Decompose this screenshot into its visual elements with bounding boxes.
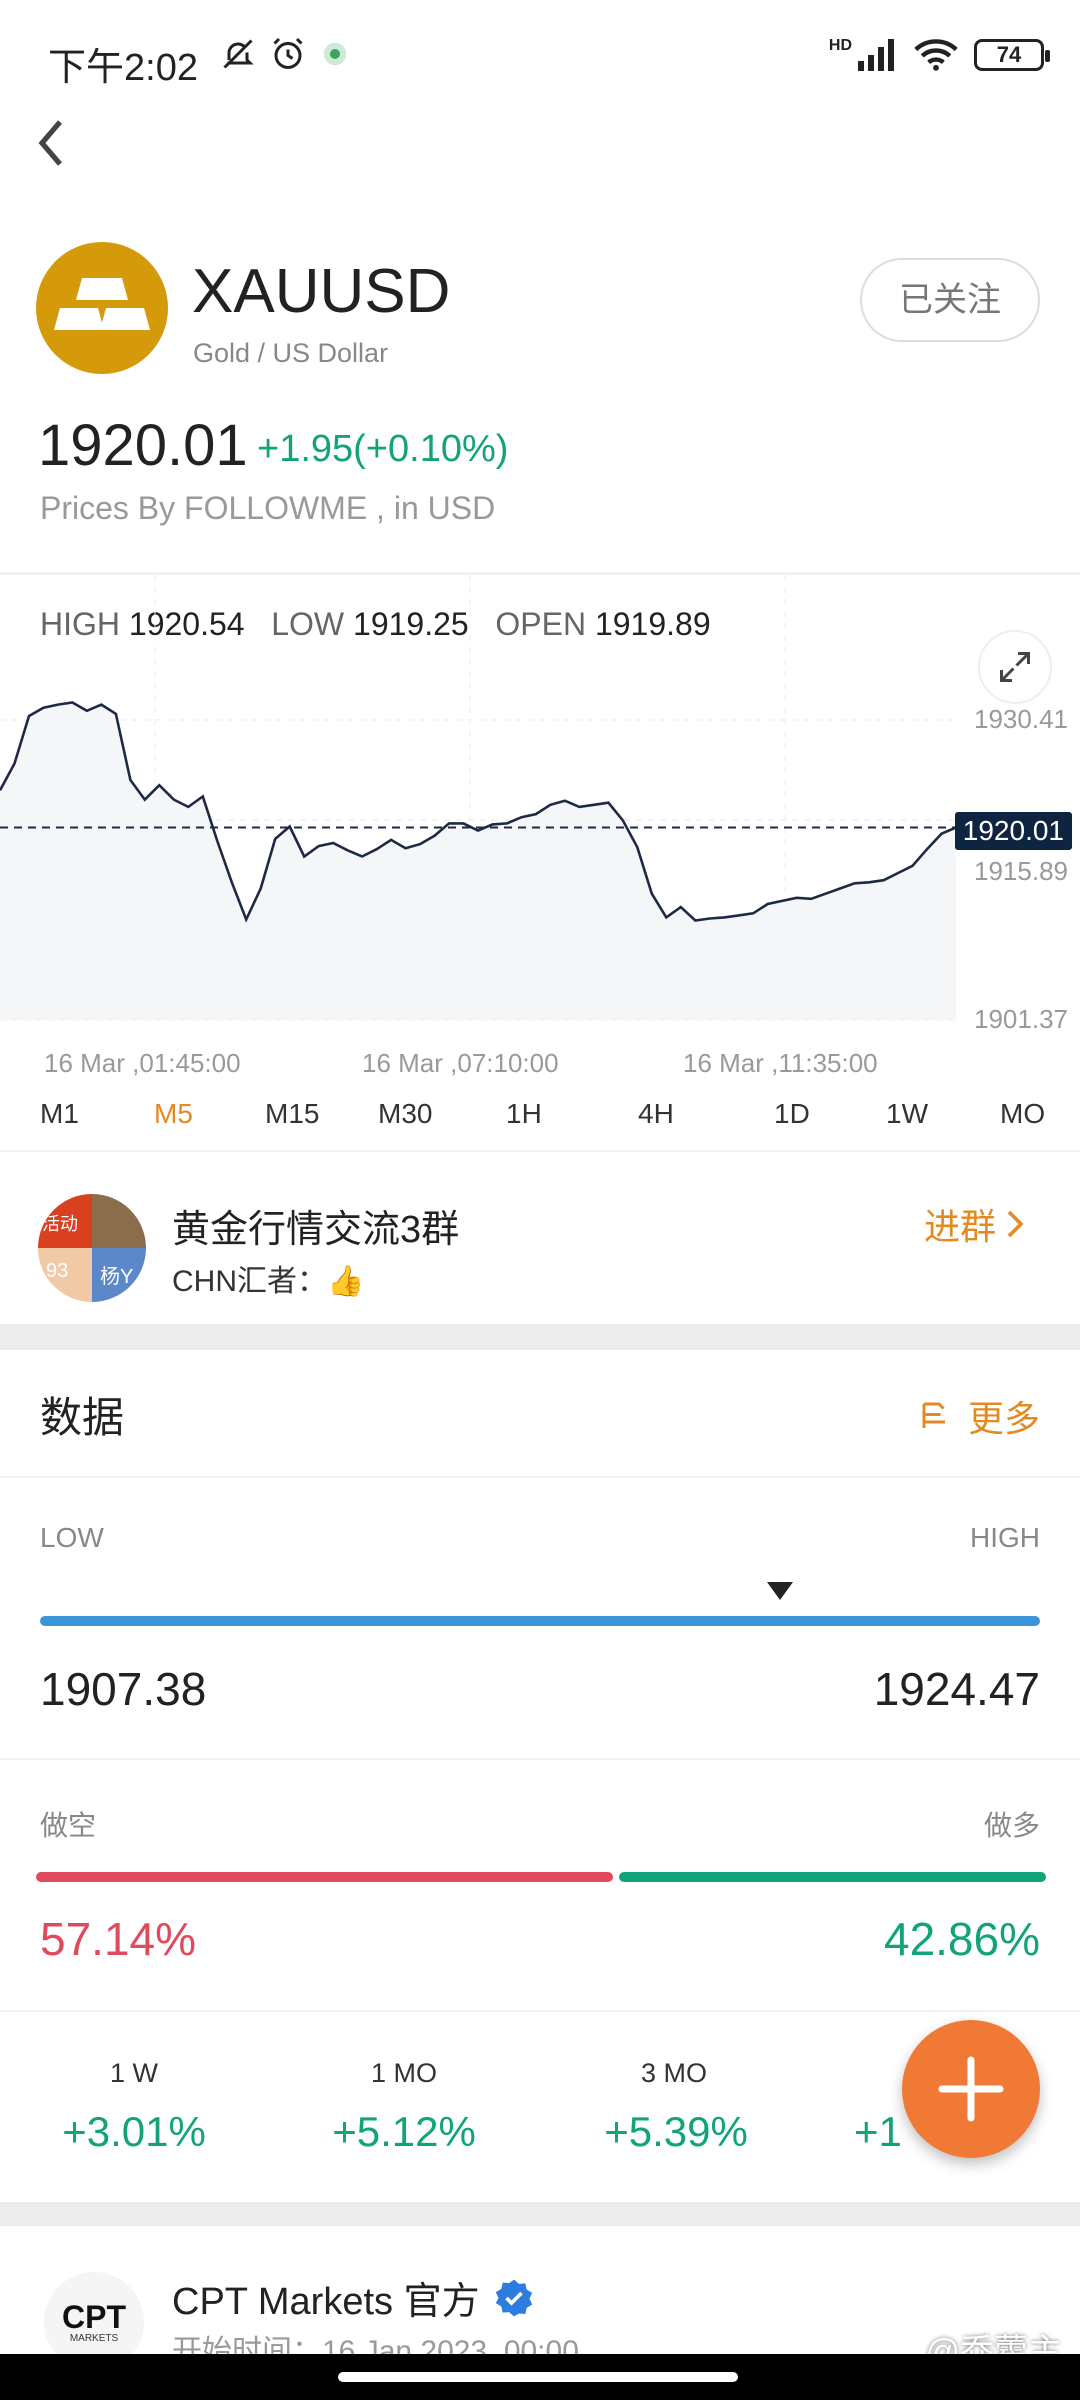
current-price-tag: 1920.01: [954, 812, 1072, 850]
follow-button[interactable]: 已关注: [860, 258, 1040, 342]
timeframe-m30[interactable]: M30: [378, 1098, 432, 1130]
price-change: +1.95(+0.10%): [257, 428, 509, 470]
signal-icon: [858, 39, 894, 71]
timeframe-mo[interactable]: MO: [1000, 1098, 1045, 1130]
timeframe-m5[interactable]: M5: [154, 1098, 193, 1130]
list-icon: [922, 1402, 945, 1428]
add-fab-button[interactable]: [902, 2020, 1040, 2158]
performance-value: +5.39%: [604, 2108, 748, 2155]
long-ratio-bar: [619, 1872, 1046, 1882]
home-indicator[interactable]: [338, 2372, 738, 2382]
group-avatar[interactable]: 活动 93 杨Y: [38, 1194, 146, 1302]
long-label: 做多: [983, 1810, 1040, 1841]
day-range-bar: [40, 1616, 1040, 1626]
verified-badge-icon: [495, 2279, 532, 2316]
broker-logo-text: CPT: [62, 2298, 126, 2335]
join-group-label: 进群: [923, 1206, 996, 1247]
long-percentage: 42.86%: [883, 1913, 1040, 1965]
price-chart[interactable]: [0, 575, 1080, 1035]
divider: [0, 1758, 1080, 1760]
avatar-tile-text: 活动: [42, 1214, 78, 1234]
performance-period: 3 MO: [640, 2058, 707, 2088]
chevron-right-icon: [1007, 1210, 1024, 1238]
broker-name-text: CPT Markets 官方: [172, 2281, 480, 2323]
x-tick-label: 16 Mar ,07:10:00: [362, 1048, 559, 1078]
status-right-icons: HD 74: [828, 37, 1050, 72]
x-tick-label: 16 Mar ,01:45:00: [44, 1048, 241, 1078]
range-high-value: 1924.47: [873, 1663, 1040, 1715]
x-tick-label: 16 Mar ,11:35:00: [683, 1048, 878, 1078]
more-label: 更多: [967, 1398, 1040, 1439]
battery-indicator: 74: [974, 39, 1050, 71]
join-group-button[interactable]: 进群: [924, 1198, 1024, 1250]
divider: [0, 1476, 1080, 1478]
range-high-label: HIGH: [970, 1522, 1040, 1553]
chart-area-fill: [0, 702, 956, 1020]
alarm-icon: [273, 37, 303, 69]
symbol-subtitle: Gold / US Dollar: [193, 338, 389, 368]
range-low-value: 1907.38: [40, 1663, 207, 1715]
timeframe-m15[interactable]: M15: [265, 1098, 319, 1130]
y-tick-label: 1915.89: [974, 856, 1068, 886]
symbol-title: XAUUSD: [192, 257, 451, 326]
back-button[interactable]: [36, 118, 66, 178]
chevron-left-icon: [38, 120, 62, 166]
timeframe-4h[interactable]: 4H: [638, 1098, 674, 1130]
range-current-marker: [767, 1582, 793, 1600]
data-section-title: 数据: [40, 1394, 125, 1441]
performance-period: 1 MO: [370, 2058, 437, 2088]
hd-indicator: HD: [828, 37, 852, 54]
avatar-tile-text: 93: [46, 1260, 69, 1282]
short-ratio-bar: [36, 1872, 613, 1882]
avatar-tile-text: 杨Y: [100, 1266, 134, 1288]
status-time: 下午2:02: [48, 47, 198, 89]
short-percentage: 57.14%: [40, 1913, 197, 1965]
short-label: 做空: [40, 1810, 97, 1841]
price-source: Prices By FOLLOWME , in USD: [40, 490, 496, 526]
timeframe-1d[interactable]: 1D: [774, 1098, 810, 1130]
timeframe-1h[interactable]: 1H: [506, 1098, 542, 1130]
group-last-message-text: CHN汇者：: [172, 1265, 327, 1298]
status-left-icons: [220, 36, 350, 72]
divider: [0, 1150, 1080, 1152]
section-gap: [0, 1324, 1080, 1350]
gold-bars-icon: [54, 278, 150, 330]
thumbs-up-emoji: 👍: [327, 1265, 365, 1298]
performance-value: +3.01%: [62, 2108, 206, 2155]
y-tick-label: 1901.37: [974, 1004, 1068, 1034]
y-tick-label: 1930.41: [974, 704, 1068, 734]
group-name[interactable]: 黄金行情交流3群: [172, 1198, 459, 1253]
performance-value: +5.12%: [332, 2108, 476, 2155]
broker-logo-subtext: MARKETS: [69, 2332, 119, 2344]
broker-name[interactable]: CPT Markets 官方: [172, 2270, 534, 2325]
performance-period: 1 W: [109, 2058, 158, 2088]
section-gap: [0, 2202, 1080, 2226]
app-notification-icon: [323, 42, 347, 66]
timeframe-m1[interactable]: M1: [40, 1098, 79, 1130]
divider: [0, 2010, 1080, 2012]
plus-icon: [938, 2056, 1004, 2122]
mute-bell-icon: [223, 39, 254, 69]
app-screen: 下午2:02 HD 74 XAUUSD Gold / US Dollar 已关注…: [0, 0, 1080, 2400]
more-button[interactable]: 更多: [918, 1390, 1040, 1442]
gold-logo: [36, 242, 168, 374]
range-low-label: LOW: [40, 1522, 104, 1553]
group-last-message: CHN汇者：👍: [172, 1256, 364, 1300]
timeframe-1w[interactable]: 1W: [886, 1098, 928, 1130]
current-price: 1920.01: [38, 413, 248, 478]
wifi-icon: [914, 39, 958, 71]
